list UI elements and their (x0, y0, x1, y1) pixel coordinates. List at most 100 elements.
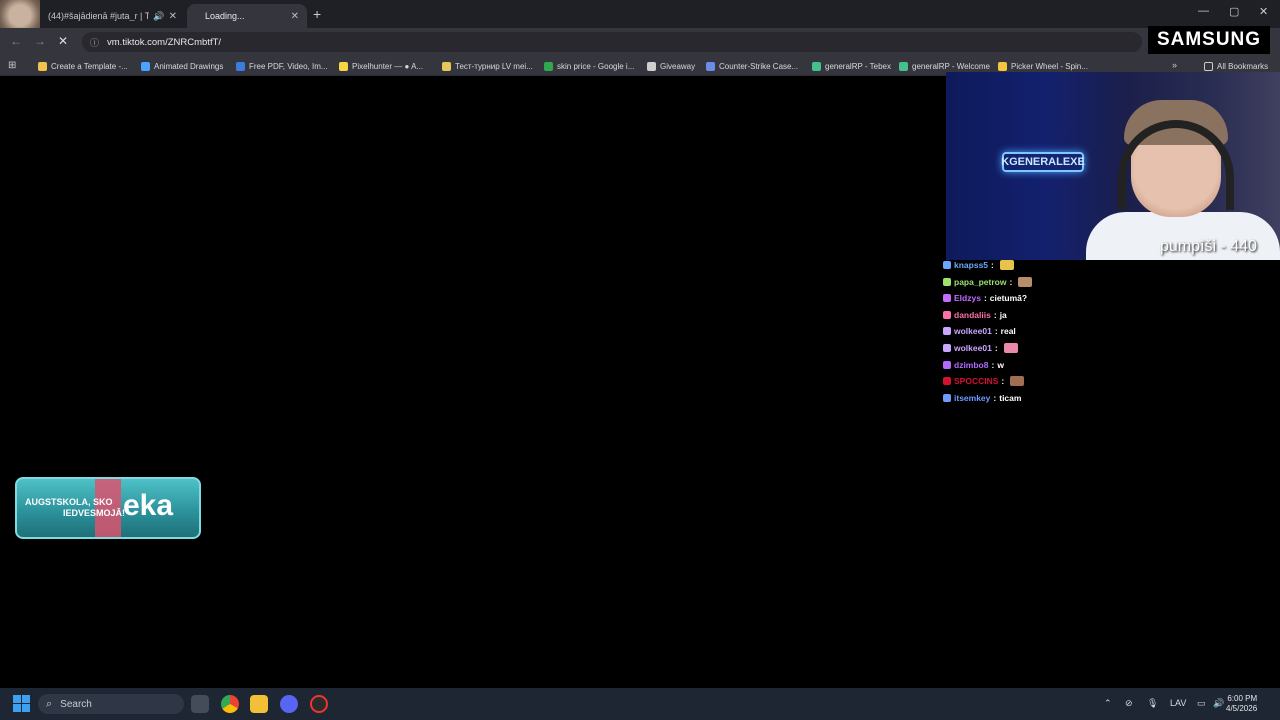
chat-text: w (997, 359, 1004, 370)
bookmark-label: Тест-турнир LV mei... (455, 61, 533, 71)
forward-icon[interactable]: → (34, 34, 46, 48)
apps-grid-icon[interactable]: ⊞ (8, 60, 16, 71)
all-bookmarks[interactable]: All Bookmarks (1204, 60, 1268, 72)
clock-date: 4/5/2026 (1226, 704, 1258, 713)
tab-tiktok[interactable]: (44)#šajādienā #juta_r | Tik 🔊 ✕ (40, 4, 185, 28)
bookmark-label: Giveaway (660, 61, 696, 71)
close-tab-icon[interactable]: ✕ (169, 11, 177, 22)
tab-title: (44)#šajādienā #juta_r | Tik (48, 11, 150, 21)
ad-line-2: IEDVESMOJĀ! (63, 508, 126, 518)
chat-badge-icon (943, 310, 951, 319)
chat-separator: : (991, 359, 995, 370)
neon-sign: KGENERALEXE (1001, 152, 1085, 172)
chat-text: ticam (999, 392, 1022, 403)
bookmark-item[interactable]: Free PDF, Video, Im... (236, 60, 328, 72)
tab-loading[interactable]: Loading... ✕ (187, 4, 307, 28)
search-icon: ⌕ (46, 697, 53, 710)
bookmark-favicon-icon (812, 61, 821, 71)
windows-start-icon[interactable] (13, 695, 30, 712)
chat-username: SPOCCINS (954, 376, 999, 387)
address-url: vm.tiktok.com/ZNRCmbtfT/ (107, 36, 222, 48)
chat-separator: : (993, 309, 997, 320)
bookmark-label: Free PDF, Video, Im... (249, 61, 328, 71)
chat-message: itsemkey: ticam (943, 391, 1021, 405)
chat-separator: : (1001, 376, 1005, 387)
volume-icon[interactable]: 🔊 (1213, 698, 1224, 709)
task-view-icon[interactable] (191, 695, 209, 713)
discord-icon[interactable] (280, 695, 298, 713)
address-bar[interactable]: ⓘ vm.tiktok.com/ZNRCmbtfT/ (82, 32, 1142, 52)
chat-message: Eldzys: cietumā? (943, 291, 1027, 305)
all-bookmarks-label: All Bookmarks (1217, 61, 1269, 71)
bookmark-favicon-icon (998, 61, 1007, 71)
new-tab-button[interactable]: + (313, 6, 321, 22)
display-icon[interactable]: ▭ (1197, 698, 1206, 709)
bookmark-label: Animated Drawings (154, 61, 224, 71)
bookmark-item[interactable]: skin price - Google i... (544, 60, 634, 72)
bookmark-favicon-icon (339, 61, 348, 71)
network-off-icon[interactable]: ⊘ (1125, 698, 1133, 709)
chat-badge-icon (943, 344, 951, 352)
chat-username: wolkee01 (954, 326, 992, 337)
bookmark-item[interactable]: Pixelhunter — ● A... (339, 60, 423, 72)
stop-loading-icon[interactable]: ✕ (58, 34, 68, 48)
chat-username: dzimbo8 (954, 359, 989, 370)
minimize-button[interactable]: — (1198, 5, 1209, 17)
bookmark-label: generalRP - Welcome (912, 61, 990, 71)
bookmark-label: Pixelhunter — ● A... (352, 61, 424, 71)
microphone-icon[interactable]: 🎙 (1147, 698, 1158, 709)
language-indicator[interactable]: LAV (1170, 698, 1186, 708)
close-tab-icon[interactable]: ✕ (291, 11, 299, 22)
ad-big-text: eka (123, 489, 174, 522)
chat-badge-icon (943, 393, 951, 402)
file-explorer-icon[interactable] (250, 695, 268, 713)
bookmark-item[interactable]: Giveaway (647, 60, 695, 72)
bookmark-item[interactable]: Тест-турнир LV mei... (442, 60, 533, 72)
bookmark-item[interactable]: Create a Template -... (38, 60, 128, 72)
chat-message: SPOCCINS: (943, 374, 1025, 388)
chat-message: wolkee01: real (943, 324, 1016, 338)
chat-username: dandaliis (954, 309, 991, 320)
chrome-icon[interactable] (221, 695, 239, 713)
maximize-button[interactable]: ▢ (1229, 5, 1239, 18)
more-bookmarks-icon[interactable]: » (1172, 60, 1177, 70)
clock-time: 6:00 PM (1227, 694, 1258, 703)
back-icon[interactable]: ← (10, 34, 22, 48)
chat-separator: : (994, 343, 998, 353)
bookmark-item[interactable]: Animated Drawings (141, 60, 223, 72)
close-window-button[interactable]: ✕ (1259, 5, 1268, 18)
speaker-icon[interactable]: 🔊 (153, 11, 164, 22)
bookmark-favicon-icon (544, 61, 553, 71)
bookmark-item[interactable]: Picker Wheel - Spin... (998, 60, 1088, 72)
ad-small-text: AUGSTSKOLA, SKO IEDVESMOJĀ! (25, 497, 125, 519)
chat-emote-icon (1010, 376, 1025, 387)
bookmark-item[interactable]: Counter-Strike Case... (706, 60, 798, 72)
chat-separator: : (993, 392, 997, 403)
ad-banner[interactable]: AUGSTSKOLA, SKO IEDVESMOJĀ! eka (15, 477, 201, 539)
chat-badge-icon (943, 277, 951, 286)
bookmark-item[interactable]: generalRP - Welcome (899, 60, 990, 72)
chat-separator: : (991, 260, 994, 270)
chat-separator: : (983, 293, 987, 304)
site-info-icon[interactable]: ⓘ (90, 36, 99, 49)
bookmark-favicon-icon (141, 61, 150, 71)
chat-message: knapss5: (943, 258, 1014, 272)
bookmark-favicon-icon (647, 61, 656, 71)
ad-line-1: AUGSTSKOLA, SKO (25, 497, 113, 507)
chat-message: wolkee01: (943, 341, 1018, 355)
chat-username: itsemkey (954, 392, 991, 403)
chat-text: ja (999, 309, 1007, 320)
bookmark-item[interactable]: generalRP - Tebex (812, 60, 891, 72)
obs-icon[interactable] (310, 695, 328, 713)
tab-title: Loading... (205, 11, 245, 21)
bookmark-label: Counter-Strike Case... (719, 61, 799, 71)
system-clock[interactable]: 6:00 PM 4/5/2026 (1226, 694, 1257, 714)
chat-text: real (1000, 326, 1016, 337)
chat-message: dandaliis: ja (943, 308, 1007, 322)
page-content (0, 77, 946, 688)
bookmark-label: Picker Wheel - Spin... (1011, 61, 1088, 71)
chevron-up-icon[interactable]: ⌃ (1104, 698, 1112, 709)
bookmark-label: Create a Template -... (51, 61, 128, 71)
taskbar-search[interactable]: ⌕ Search (38, 694, 184, 714)
bookmark-favicon-icon (38, 61, 47, 71)
